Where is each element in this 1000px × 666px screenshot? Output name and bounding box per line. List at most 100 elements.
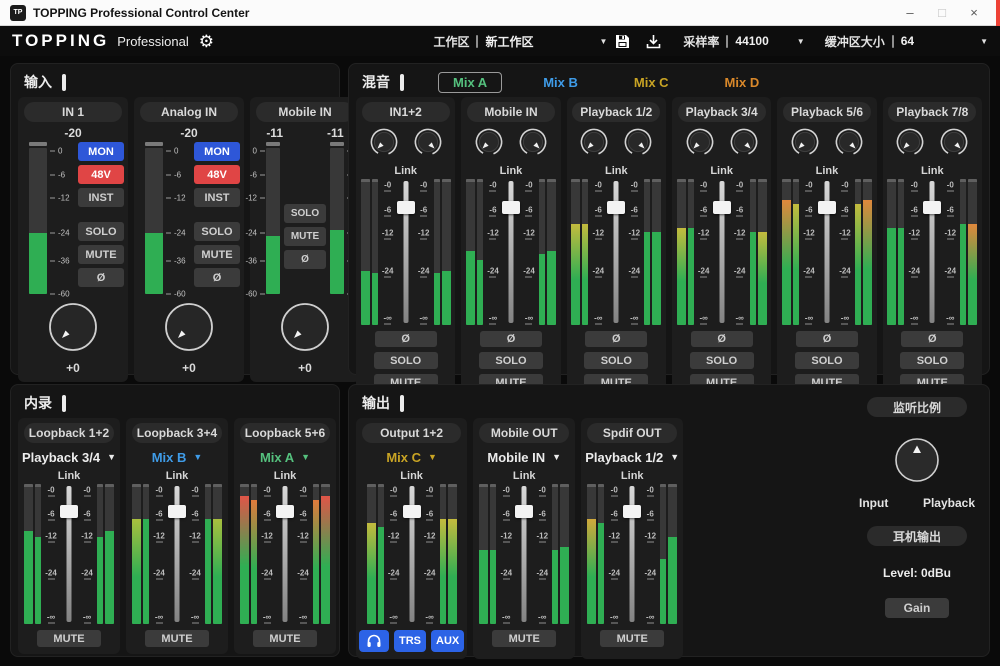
headphone-button[interactable] [359, 630, 389, 652]
phase-button[interactable]: Ø [375, 331, 437, 347]
solo-button[interactable]: SOLO [795, 352, 859, 369]
source-select[interactable]: Mobile IN ▼ [487, 447, 561, 467]
mute-button[interactable]: MUTE [253, 630, 317, 647]
volume-fader[interactable] [59, 484, 79, 624]
load-icon[interactable] [645, 33, 662, 50]
fader-handle[interactable] [403, 505, 421, 518]
volume-fader[interactable] [817, 179, 837, 325]
fader-handle[interactable] [397, 201, 415, 214]
sample-rate-caret-icon[interactable]: ▼ [797, 37, 805, 46]
source-select[interactable]: Mix A ▼ [260, 447, 310, 467]
fader-handle[interactable] [276, 505, 294, 518]
buffer-size-value[interactable]: 64 [901, 34, 914, 48]
mute-button[interactable]: MUTE [78, 245, 124, 264]
inst-button[interactable]: INST [78, 188, 124, 207]
volume-fader[interactable] [501, 179, 521, 325]
phase-button[interactable]: Ø [585, 331, 647, 347]
tab-mix-a[interactable]: Mix A [438, 72, 502, 93]
fader-handle[interactable] [515, 505, 533, 518]
close-button[interactable]: × [958, 5, 990, 20]
gain-knob[interactable] [164, 302, 214, 357]
pan-knob-left[interactable] [579, 127, 609, 162]
phase-button[interactable]: Ø [194, 268, 240, 287]
phase-button[interactable]: Ø [284, 250, 326, 269]
tab-mix-b[interactable]: Mix B [528, 72, 593, 93]
link-label[interactable]: Link [58, 470, 81, 482]
gain-knob[interactable] [280, 302, 330, 357]
mute-button[interactable]: MUTE [284, 227, 326, 246]
tab-mix-c[interactable]: Mix C [619, 72, 684, 93]
mute-button[interactable]: MUTE [145, 630, 209, 647]
mute-button[interactable]: MUTE [37, 630, 101, 647]
pan-knob-left[interactable] [474, 127, 504, 162]
volume-fader[interactable] [514, 484, 534, 624]
volume-fader[interactable] [622, 484, 642, 624]
phase-button[interactable]: Ø [691, 331, 753, 347]
pan-knob-left[interactable] [790, 127, 820, 162]
solo-button[interactable]: SOLO [374, 352, 438, 369]
fader-handle[interactable] [818, 201, 836, 214]
volume-fader[interactable] [275, 484, 295, 624]
monitor-mix-knob[interactable] [894, 437, 940, 488]
save-icon[interactable] [614, 33, 631, 50]
fader-handle[interactable] [60, 505, 78, 518]
fader-handle[interactable] [713, 201, 731, 214]
phase-button[interactable]: Ø [901, 331, 963, 347]
pan-knob-right[interactable] [623, 127, 653, 162]
solo-button[interactable]: SOLO [78, 222, 124, 241]
mute-button[interactable]: MUTE [600, 630, 664, 647]
workspace-value[interactable]: 新工作区 [485, 33, 533, 50]
minimize-button[interactable]: – [894, 5, 926, 20]
source-select[interactable]: Mix C ▼ [386, 447, 437, 467]
volume-fader[interactable] [922, 179, 942, 325]
gain-knob[interactable] [48, 302, 98, 357]
volume-fader[interactable] [402, 484, 422, 624]
tab-mix-d[interactable]: Mix D [710, 72, 775, 93]
pan-knob-left[interactable] [369, 127, 399, 162]
solo-button[interactable]: SOLO [284, 204, 326, 223]
pan-knob-right[interactable] [413, 127, 443, 162]
pan-knob-left[interactable] [685, 127, 715, 162]
48v-button[interactable]: 48V [194, 165, 240, 184]
48v-button[interactable]: 48V [78, 165, 124, 184]
phase-button[interactable]: Ø [480, 331, 542, 347]
fader-handle[interactable] [607, 201, 625, 214]
pan-knob-right[interactable] [729, 127, 759, 162]
solo-button[interactable]: SOLO [690, 352, 754, 369]
phase-button[interactable]: Ø [78, 268, 124, 287]
source-select[interactable]: Playback 1/2 ▼ [585, 447, 679, 467]
pan-knob-right[interactable] [939, 127, 969, 162]
fader-handle[interactable] [623, 505, 641, 518]
link-label[interactable]: Link [274, 470, 297, 482]
mon-button[interactable]: MON [194, 142, 240, 161]
link-label[interactable]: Link [621, 470, 644, 482]
solo-button[interactable]: SOLO [584, 352, 648, 369]
gain-button[interactable]: Gain [885, 598, 949, 618]
mute-button[interactable]: MUTE [194, 245, 240, 264]
link-label[interactable]: Link [921, 165, 944, 177]
link-label[interactable]: Link [710, 165, 733, 177]
gear-icon[interactable]: ⚙ [199, 33, 214, 50]
solo-button[interactable]: SOLO [479, 352, 543, 369]
inst-button[interactable]: INST [194, 188, 240, 207]
link-label[interactable]: Link [605, 165, 628, 177]
workspace-caret-icon[interactable]: ▼ [599, 37, 607, 46]
volume-fader[interactable] [712, 179, 732, 325]
link-label[interactable]: Link [400, 470, 423, 482]
trs-button[interactable]: TRS [394, 630, 426, 652]
source-select[interactable]: Playback 3/4 ▼ [22, 447, 116, 467]
solo-button[interactable]: SOLO [194, 222, 240, 241]
pan-knob-left[interactable] [895, 127, 925, 162]
sample-rate-value[interactable]: 44100 [735, 34, 768, 48]
buffer-size-caret-icon[interactable]: ▼ [980, 37, 988, 46]
volume-fader[interactable] [167, 484, 187, 624]
volume-fader[interactable] [396, 179, 416, 325]
link-label[interactable]: Link [513, 470, 536, 482]
fader-handle[interactable] [502, 201, 520, 214]
aux-button[interactable]: AUX [431, 630, 464, 652]
fader-handle[interactable] [168, 505, 186, 518]
pan-knob-right[interactable] [834, 127, 864, 162]
link-label[interactable]: Link [816, 165, 839, 177]
link-label[interactable]: Link [500, 165, 523, 177]
mon-button[interactable]: MON [78, 142, 124, 161]
